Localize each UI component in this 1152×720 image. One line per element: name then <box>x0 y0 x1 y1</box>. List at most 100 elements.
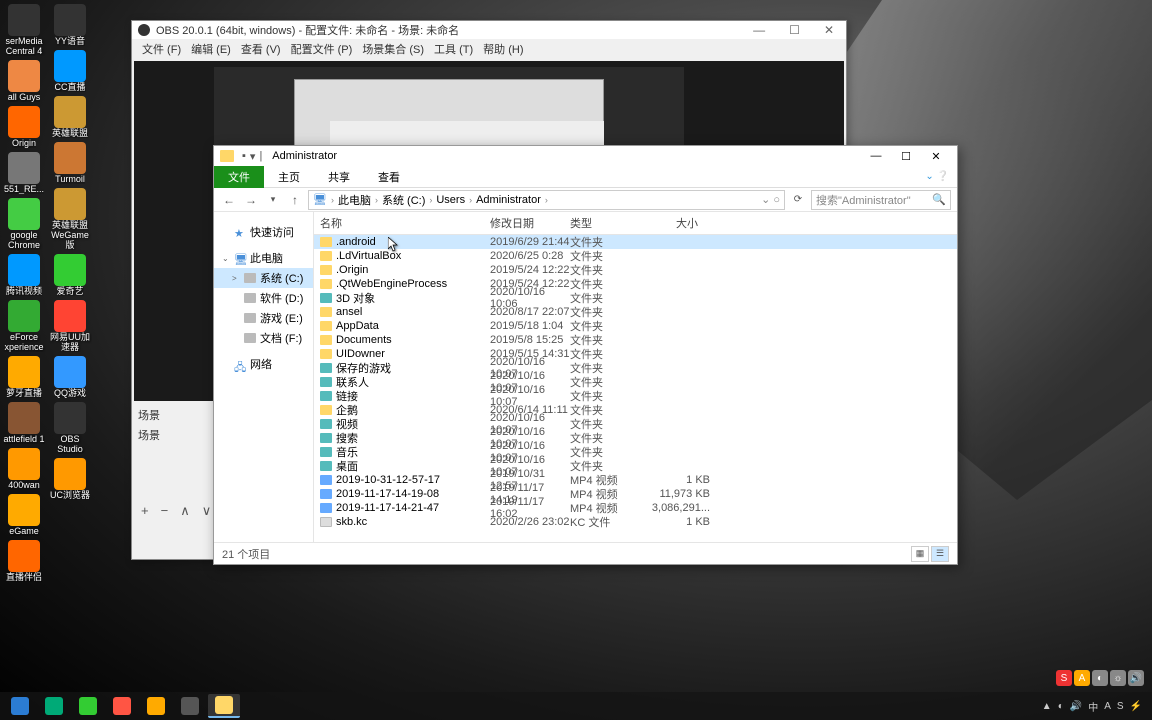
explorer-window[interactable]: ▪ ▾ | Administrator — ☐ ✕ 文件 主页 共享 查看 ⌄ … <box>213 145 958 565</box>
file-row[interactable]: .Origin2019/5/24 12:22文件夹 <box>314 263 957 277</box>
desktop-icon[interactable]: eForce xperience <box>2 300 46 352</box>
nav-drive[interactable]: 游戏 (E:) <box>214 308 313 328</box>
breadcrumb-item[interactable]: 系统 (C:) <box>380 191 427 209</box>
search-input[interactable]: 搜索"Administrator" 🔍 <box>811 190 951 210</box>
desktop-icon[interactable]: 英雄联盟 WeGame版 <box>48 188 92 250</box>
desktop-icon[interactable]: Turmoil <box>48 142 92 184</box>
obs-menu-item[interactable]: 编辑 (E) <box>187 39 235 59</box>
desktop-icon[interactable]: attlefield 1 <box>2 402 46 444</box>
column-size[interactable]: 大小 <box>644 212 704 234</box>
desktop-icon[interactable]: Origin <box>2 106 46 148</box>
tray-icon[interactable]: ◐ <box>1058 701 1064 712</box>
obs-menu-item[interactable]: 帮助 (H) <box>479 39 527 59</box>
obs-menu-item[interactable]: 场景集合 (S) <box>358 39 428 59</box>
nav-recent-button[interactable]: ▾ <box>264 191 282 209</box>
tray-icon[interactable]: ▲ <box>1042 701 1052 712</box>
obs-maximize-button[interactable]: ☐ <box>783 23 806 37</box>
tray-icon[interactable]: ⚡ <box>1130 701 1142 712</box>
desktop-icon[interactable]: eGame <box>2 494 46 536</box>
obs-menu-item[interactable]: 工具 (T) <box>430 39 477 59</box>
column-date[interactable]: 修改日期 <box>484 212 564 234</box>
column-name[interactable]: 名称 <box>314 212 484 234</box>
nav-quick-access[interactable]: ★快速访问 <box>214 222 313 242</box>
file-row[interactable]: 2019-11-17-14-19-082019/11/17 14:19MP4 视… <box>314 487 957 501</box>
refresh-button[interactable]: ⟳ <box>789 191 807 209</box>
obs-panel-button[interactable]: ∧ <box>177 503 193 519</box>
taskbar-item-g[interactable] <box>140 694 172 718</box>
file-row[interactable]: 链接2020/10/16 10:07文件夹 <box>314 389 957 403</box>
ribbon-expand-button[interactable]: ⌄ ❔ <box>917 171 957 182</box>
obs-titlebar[interactable]: OBS 20.0.1 (64bit, windows) - 配置文件: 未命名 … <box>132 21 846 39</box>
view-details-button[interactable]: ☰ <box>931 546 949 562</box>
ribbon-tab-view[interactable]: 查看 <box>364 166 414 188</box>
desktop-icon[interactable]: google Chrome <box>2 198 46 250</box>
obs-panel-button[interactable]: ∨ <box>199 503 215 519</box>
qat-button[interactable]: ▪ <box>242 150 246 162</box>
ribbon-tab-file[interactable]: 文件 <box>214 166 264 188</box>
nav-forward-button[interactable]: → <box>242 191 260 209</box>
obs-menu-item[interactable]: 查看 (V) <box>237 39 285 59</box>
file-row[interactable]: 2019-11-17-14-21-472019/11/17 16:02MP4 视… <box>314 501 957 515</box>
view-large-icons-button[interactable]: ▦ <box>911 546 929 562</box>
file-row[interactable]: 2019-10-31-12-57-172019/10/31 12:57MP4 视… <box>314 473 957 487</box>
taskbar-item-edge[interactable] <box>38 694 70 718</box>
file-row[interactable]: 保存的游戏2020/10/16 10:07文件夹 <box>314 361 957 375</box>
qat-button[interactable]: ▾ <box>250 150 256 163</box>
tray-icon[interactable]: 中 <box>1088 699 1098 714</box>
ribbon-tab-home[interactable]: 主页 <box>264 166 314 188</box>
file-row[interactable]: .QtWebEngineProcess2019/5/24 12:22文件夹 <box>314 277 957 291</box>
desktop-icon[interactable]: 网易UU加速器 <box>48 300 92 352</box>
taskbar-item-ie[interactable] <box>4 694 36 718</box>
explorer-file-list[interactable]: 名称 修改日期 类型 大小 .android2019/6/29 21:44文件夹… <box>314 212 957 542</box>
desktop-icon[interactable]: 551_RE... <box>2 152 46 194</box>
taskbar-item-explorer[interactable] <box>208 694 240 718</box>
file-row[interactable]: AppData2019/5/18 1:04文件夹 <box>314 319 957 333</box>
file-row[interactable]: skb.kc2020/2/26 23:02KC 文件1 KB <box>314 515 957 529</box>
minimize-button[interactable]: — <box>861 146 891 166</box>
obs-minimize-button[interactable]: — <box>747 23 771 37</box>
file-row[interactable]: 桌面2020/10/16 10:07文件夹 <box>314 459 957 473</box>
close-button[interactable]: ✕ <box>921 146 951 166</box>
desktop-icon[interactable]: 英雄联盟 <box>48 96 92 138</box>
tray-icon[interactable]: 🔊 <box>1070 701 1082 712</box>
system-tray[interactable]: ▲ ◐ 🔊 中AS ⚡ <box>1042 699 1148 714</box>
address-dropdown[interactable]: ⌄ ○ <box>761 193 780 206</box>
desktop-icon[interactable]: QQ游戏 <box>48 356 92 398</box>
file-row[interactable]: 联系人2020/10/16 10:07文件夹 <box>314 375 957 389</box>
taskbar-item-rec[interactable] <box>174 694 206 718</box>
desktop-icon[interactable]: OBS Studio <box>48 402 92 454</box>
desktop-icon[interactable]: serMedia Central 4 <box>2 4 46 56</box>
nav-drive[interactable]: 文档 (F:) <box>214 328 313 348</box>
file-row[interactable]: 3D 对象2020/10/16 10:06文件夹 <box>314 291 957 305</box>
breadcrumb-item[interactable]: 此电脑 <box>336 191 373 209</box>
desktop-icon[interactable]: all Guys <box>2 60 46 102</box>
taskbar-item-media[interactable] <box>72 694 104 718</box>
breadcrumb-item[interactable]: Administrator <box>474 193 543 207</box>
desktop-icon[interactable]: 萝牙直播 <box>2 356 46 398</box>
maximize-button[interactable]: ☐ <box>891 146 921 166</box>
taskbar-item-obs[interactable] <box>106 694 138 718</box>
desktop-icon[interactable]: UC浏览器 <box>48 458 92 500</box>
nav-network[interactable]: 🖧网络 <box>214 354 313 374</box>
obs-panel-button[interactable]: − <box>158 503 172 519</box>
nav-this-pc[interactable]: ⌄🖥此电脑 <box>214 248 313 268</box>
file-row[interactable]: 音乐2020/10/16 10:07文件夹 <box>314 445 957 459</box>
obs-menu-item[interactable]: 文件 (F) <box>138 39 185 59</box>
desktop-icon[interactable]: 爱奇艺 <box>48 254 92 296</box>
obs-close-button[interactable]: ✕ <box>818 23 840 37</box>
ribbon-tab-share[interactable]: 共享 <box>314 166 364 188</box>
nav-drive[interactable]: 软件 (D:) <box>214 288 313 308</box>
nav-up-button[interactable]: ↑ <box>286 191 304 209</box>
tray-icon[interactable]: A <box>1104 701 1111 712</box>
tray-icon[interactable]: S <box>1117 701 1124 712</box>
file-row[interactable]: ansel2020/8/17 22:07文件夹 <box>314 305 957 319</box>
explorer-titlebar[interactable]: ▪ ▾ | Administrator — ☐ ✕ <box>214 146 957 166</box>
explorer-nav-pane[interactable]: ★快速访问 ⌄🖥此电脑 >系统 (C:)软件 (D:)游戏 (E:)文档 (F:… <box>214 212 314 542</box>
taskbar[interactable]: ▲ ◐ 🔊 中AS ⚡ <box>0 692 1152 720</box>
desktop-icon[interactable]: 腾讯视频 <box>2 254 46 296</box>
desktop-icon[interactable]: 400wan <box>2 448 46 490</box>
file-row[interactable]: 搜索2020/10/16 10:07文件夹 <box>314 431 957 445</box>
obs-menu-item[interactable]: 配置文件 (P) <box>287 39 357 59</box>
desktop-icon[interactable]: 直播伴侣 <box>2 540 46 582</box>
desktop-icon[interactable]: YY语音 <box>48 4 92 46</box>
